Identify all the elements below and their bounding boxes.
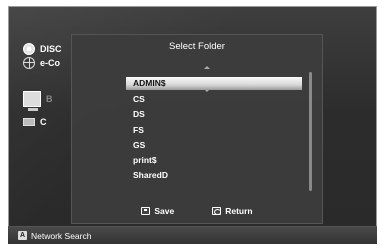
disc-icon: [23, 43, 35, 55]
save-label: Save: [154, 206, 175, 216]
device-c[interactable]: C: [23, 117, 47, 127]
bottom-bar: A Network Search: [8, 226, 377, 244]
pc-icon: [23, 91, 41, 111]
folder-item[interactable]: GS: [126, 138, 302, 153]
tv-frame: DISC e-Co B C Select Folder ADMIN$ CS DS…: [0, 0, 383, 250]
dialog-footer: Save Return: [72, 206, 322, 216]
select-folder-dialog: Select Folder ADMIN$ CS DS FS GS print$ …: [71, 34, 323, 224]
device-label: e-Co: [40, 58, 60, 68]
return-label: Return: [225, 206, 253, 216]
return-button[interactable]: Return: [212, 206, 253, 216]
device-disc[interactable]: DISC: [23, 43, 62, 55]
return-icon: [212, 207, 222, 215]
folder-item[interactable]: DS: [126, 107, 302, 122]
scrollbar[interactable]: [309, 72, 312, 191]
device-b[interactable]: B: [23, 91, 53, 111]
folder-item[interactable]: ADMIN$: [126, 77, 302, 90]
globe-icon: [23, 57, 35, 69]
folder-item[interactable]: FS: [126, 123, 302, 138]
save-button[interactable]: Save: [141, 206, 174, 216]
scroll-up-arrow-icon[interactable]: [204, 66, 210, 69]
folder-item[interactable]: print$: [126, 153, 302, 168]
a-button-icon: A: [18, 231, 27, 240]
device-label: C: [40, 117, 47, 127]
folder-item[interactable]: SharedD: [126, 168, 302, 183]
network-search-label[interactable]: Network Search: [31, 231, 91, 241]
device-e-contents[interactable]: e-Co: [23, 57, 60, 69]
save-icon: [141, 207, 151, 215]
device-label: DISC: [40, 44, 62, 54]
pc-small-icon: [23, 118, 35, 126]
device-label: B: [46, 94, 53, 104]
folder-item[interactable]: CS: [126, 92, 302, 107]
folder-list: ADMIN$ CS DS FS GS print$ SharedD: [126, 77, 302, 184]
dialog-title: Select Folder: [169, 41, 225, 52]
screen: DISC e-Co B C Select Folder ADMIN$ CS DS…: [8, 6, 377, 244]
